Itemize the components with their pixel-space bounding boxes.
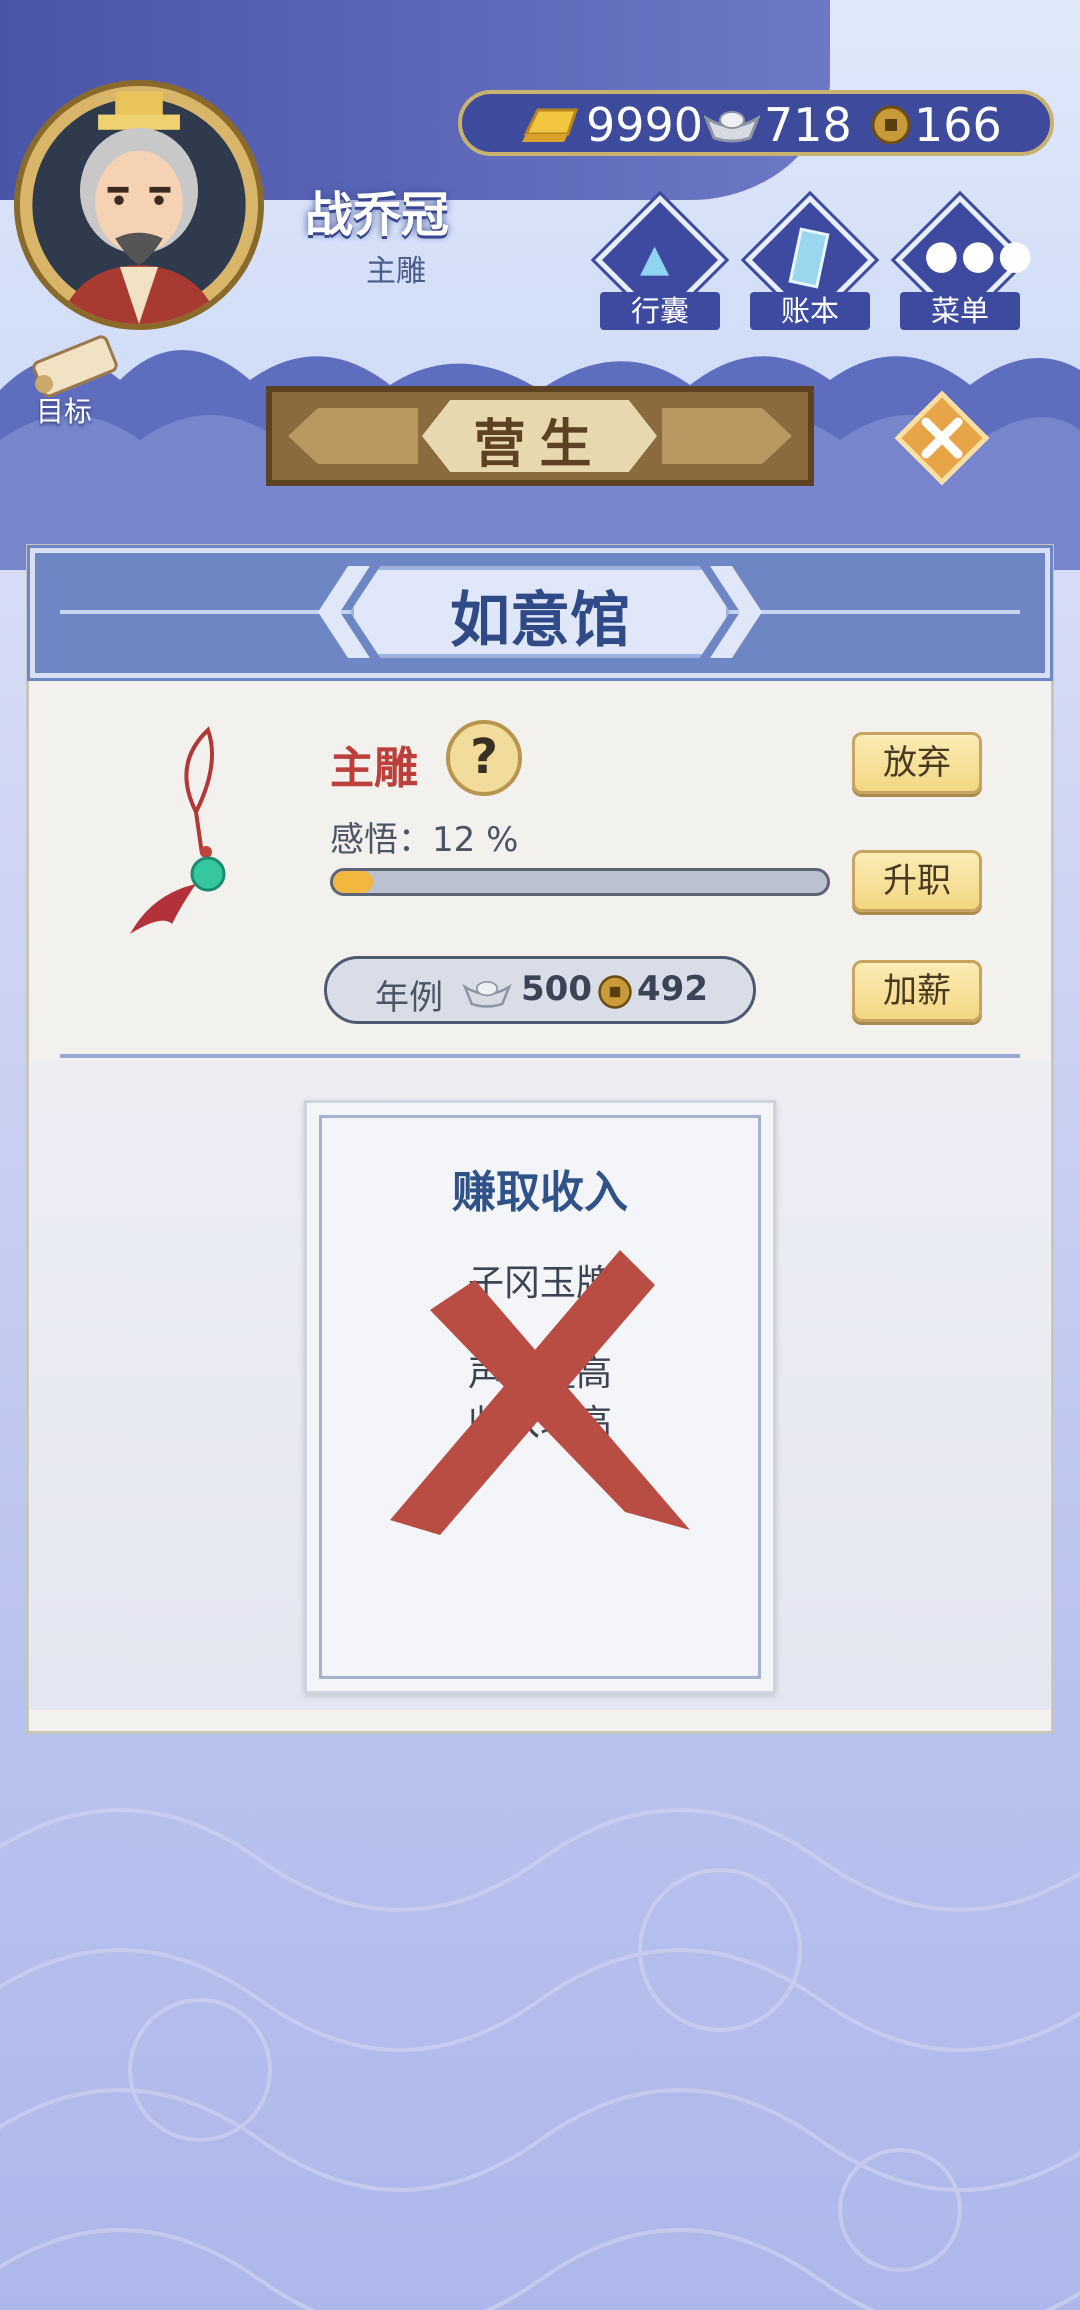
crossed-out-icon xyxy=(390,1250,690,1535)
panel-divider xyxy=(60,1054,1020,1058)
silver-ingot-icon xyxy=(462,980,512,1008)
more-icon: ●●● xyxy=(924,232,1035,278)
close-button[interactable] xyxy=(892,388,992,488)
player-name: 战乔冠 xyxy=(305,187,450,243)
goal-label: 目标 xyxy=(36,395,93,428)
portrait-image xyxy=(20,86,258,324)
salary-copper: 492 xyxy=(637,969,708,1009)
jade-pendant-icon xyxy=(130,726,226,934)
task-title: 赚取收入 xyxy=(452,1167,628,1218)
gold-bar-icon xyxy=(522,108,579,142)
quit-button[interactable]: 放弃 xyxy=(852,732,982,794)
bag-icon: ▲ xyxy=(640,236,670,280)
menu-label: 菜单 xyxy=(900,292,1020,330)
insight-label: 感悟：12 % xyxy=(330,820,519,860)
insight-progress-bar xyxy=(330,868,830,896)
ledger-button[interactable]: 账本 xyxy=(744,194,876,336)
menu-button[interactable]: ●●● 菜单 xyxy=(894,194,1033,336)
insight-progress-fill xyxy=(333,871,373,893)
swirl-pattern xyxy=(0,1808,1080,2310)
copper-coin-icon xyxy=(598,975,632,1009)
section-banner: 营生 xyxy=(266,386,814,486)
help-button[interactable]: ? xyxy=(446,720,522,796)
banner-title: 营生 xyxy=(473,415,606,475)
gold-amount: 9990 xyxy=(586,98,704,152)
player-title: 主雕 xyxy=(366,254,426,289)
silver-ingot-icon xyxy=(704,111,760,143)
salary-pill: 年例 500 492 xyxy=(324,956,756,1024)
currency-bar: 9990 718 166 xyxy=(458,90,1054,156)
copper-amount: 166 xyxy=(914,98,1002,152)
bag-button[interactable]: ▲ 行囊 xyxy=(594,194,726,336)
silver-amount: 718 xyxy=(764,98,852,152)
bag-label: 行囊 xyxy=(600,292,720,330)
salary-silver: 500 xyxy=(521,969,592,1009)
salary-label: 年例 xyxy=(375,978,443,1018)
ledger-label: 账本 xyxy=(750,292,870,330)
shop-name: 如意馆 xyxy=(450,586,630,656)
job-title: 主雕 xyxy=(330,743,418,794)
avatar[interactable] xyxy=(14,80,264,330)
goal-button[interactable]: 目标 xyxy=(14,330,124,430)
promote-button[interactable]: 升职 xyxy=(852,850,982,912)
raise-salary-button[interactable]: 加薪 xyxy=(852,960,982,1022)
copper-coin-icon xyxy=(871,105,911,145)
